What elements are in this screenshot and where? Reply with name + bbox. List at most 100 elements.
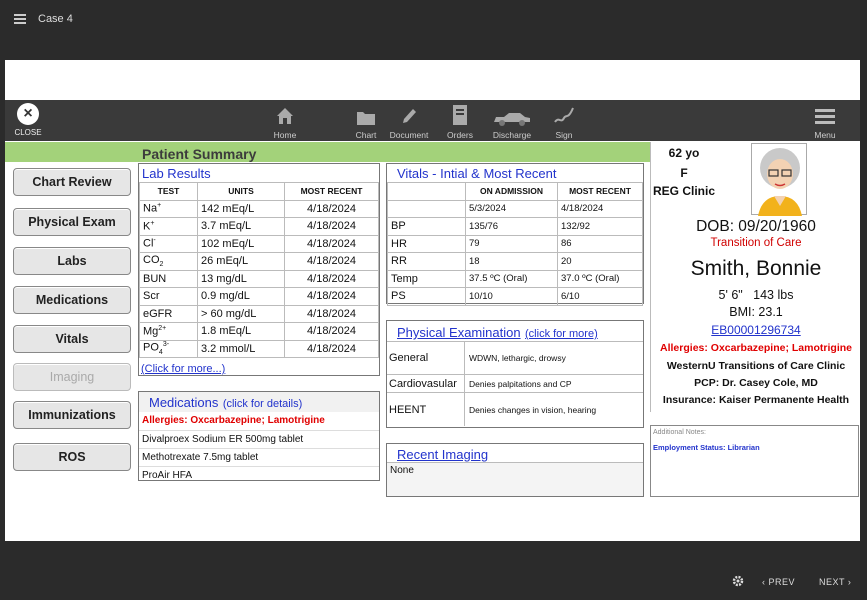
vitals-recent-cell: 86: [557, 234, 643, 253]
lab-test-cell: Mg2+: [139, 322, 198, 341]
pe-row-label: HEENT: [387, 393, 465, 426]
medications-title: Medications: [149, 395, 219, 410]
lab-units-cell: 13 mg/dL: [197, 269, 285, 288]
lab-test-cell: eGFR: [139, 304, 198, 323]
patient-height: 5' 6": [718, 288, 743, 302]
ehr-frame: × CLOSE Home Chart Document Orders Disch…: [5, 60, 860, 541]
menu-icon: [811, 104, 839, 126]
close-button[interactable]: × CLOSE: [13, 103, 43, 137]
lab-row: eGFR > 60 mg/dL 4/18/2024: [139, 304, 379, 323]
medications-details-link[interactable]: (click for details): [223, 398, 302, 410]
toolbar-sign-label: Sign: [555, 130, 573, 140]
lab-units-cell: 1.8 mEq/L: [197, 322, 285, 341]
medications-panel: Medications (click for details) Allergie…: [138, 391, 380, 481]
lab-units-cell: 3.2 mmol/L: [197, 339, 285, 358]
vitals-admission-cell: 37.5 ºC (Oral): [465, 269, 558, 288]
nav-chart-review-button[interactable]: Chart Review: [13, 168, 131, 196]
vitals-row: PS 10/10 6/10: [387, 287, 643, 306]
vitals-row: 5/3/2024 4/18/2024: [387, 199, 643, 218]
toolbar-orders[interactable]: Orders: [445, 104, 475, 140]
nav-vitals-button[interactable]: Vitals: [13, 325, 131, 353]
nav-immunizations-button[interactable]: Immunizations: [13, 401, 131, 429]
lab-recent-cell: 4/18/2024: [284, 339, 379, 358]
hamburger-menu-icon[interactable]: [14, 14, 26, 24]
lab-test-name: Na: [143, 203, 158, 216]
page-title: Patient Summary: [142, 146, 257, 162]
toolbar-menu-label: Menu: [814, 130, 836, 140]
lab-table-header: TEST UNITS MOST RECENT: [139, 182, 379, 201]
vitals-name-cell: [387, 199, 466, 218]
medication-item: Methotrexate 7.5mg tablet: [139, 448, 379, 466]
recent-imaging-panel: Recent Imaging None: [386, 443, 644, 497]
vitals-row: RR 18 20: [387, 252, 643, 271]
toolbar-document[interactable]: Document: [388, 104, 430, 140]
lab-row: CO2 26 mEq/L 4/18/2024: [139, 252, 379, 271]
vitals-recent-cell: 20: [557, 252, 643, 271]
lab-recent-cell: 4/18/2024: [284, 252, 379, 271]
patient-avatar: [751, 143, 807, 216]
prev-button[interactable]: ‹ PREV: [762, 577, 795, 587]
physical-exam-more-link[interactable]: (click for more): [525, 328, 598, 340]
lab-results-table: TEST UNITS MOST RECENT Na+ 142 mEq/L 4/1…: [139, 182, 379, 358]
patient-name: Smith, Bonnie: [690, 257, 822, 280]
vitals-recent-cell: 37.0 ºC (Oral): [557, 269, 643, 288]
vitals-col-name: [387, 182, 466, 201]
lab-more-link[interactable]: (Click for more...): [141, 363, 225, 375]
settings-gear-icon[interactable]: [732, 575, 744, 589]
patient-status: Transition of Care: [710, 237, 802, 249]
physical-exam-panel: Physical Examination (click for more) Ge…: [386, 320, 644, 428]
prev-label: PREV: [768, 577, 796, 587]
patient-facility: WesternU Transitions of Care Clinic: [666, 360, 846, 372]
toolbar-menu[interactable]: Menu: [811, 104, 839, 140]
vitals-recent-cell: 6/10: [557, 287, 643, 306]
lab-test-cell: PO43-: [139, 339, 198, 358]
pe-row-label: Cardiovasular: [387, 375, 465, 392]
lab-units-cell: 3.7 mEq/L: [197, 217, 285, 236]
lab-recent-cell: 4/18/2024: [284, 322, 379, 341]
lab-col-recent: MOST RECENT: [284, 182, 379, 201]
lab-test-mark: 2+: [158, 324, 167, 332]
next-button[interactable]: NEXT ›: [819, 577, 851, 587]
lab-row: Na+ 142 mEq/L 4/18/2024: [139, 199, 379, 218]
nav-medications-button[interactable]: Medications: [13, 286, 131, 314]
nav-imaging-button: Imaging: [13, 363, 131, 391]
lab-row: K+ 3.7 mEq/L 4/18/2024: [139, 217, 379, 236]
lab-table-body: Na+ 142 mEq/L 4/18/2024 K+ 3.7 mEq/L 4/18…: [139, 199, 379, 358]
pe-row-cardiovascular: Cardiovasular Denies palpitations and CP: [387, 374, 643, 392]
lab-results-panel: Lab Results TEST UNITS MOST RECENT Na+ 1…: [138, 163, 380, 376]
vitals-table-body: 5/3/2024 4/18/2024 BP 135/76 132/92 HR 79 …: [387, 199, 643, 306]
patient-allergies: Allergies: Oxcarbazepine; Lamotrigine: [660, 342, 852, 354]
nav-labs-button[interactable]: Labs: [13, 247, 131, 275]
toolbar-document-label: Document: [389, 130, 429, 140]
nav-ros-button[interactable]: ROS: [13, 443, 131, 471]
toolbar-chart[interactable]: Chart: [352, 104, 380, 140]
vitals-col-admission: ON ADMISSION: [465, 182, 558, 201]
vitals-name-cell: PS: [387, 287, 466, 306]
car-icon: [489, 104, 535, 126]
lab-recent-cell: 4/18/2024: [284, 217, 379, 236]
toolbar-home[interactable]: Home: [271, 104, 299, 140]
toolbar-discharge[interactable]: Discharge: [489, 104, 535, 140]
vitals-row: HR 79 86: [387, 234, 643, 253]
vitals-name-cell: RR: [387, 252, 466, 271]
signature-icon: [551, 104, 577, 126]
toolbar-chart-label: Chart: [355, 130, 377, 140]
patient-mrn-link[interactable]: EB00001296734: [651, 323, 861, 337]
lab-row: Cl- 102 mEq/L 4/18/2024: [139, 234, 379, 253]
lab-results-title: Lab Results: [142, 166, 211, 181]
lab-test-name: eGFR: [143, 307, 173, 320]
toolbar-sign[interactable]: Sign: [551, 104, 577, 140]
vitals-row: Temp 37.5 ºC (Oral) 37.0 ºC (Oral): [387, 269, 643, 288]
clipboard-icon: [445, 104, 475, 126]
lab-row: Mg2+ 1.8 mEq/L 4/18/2024: [139, 322, 379, 341]
pe-row-general: General WDWN, lethargic, drowsy: [387, 341, 643, 374]
physical-exam-header[interactable]: Physical Examination (click for more): [387, 321, 643, 341]
medications-header[interactable]: Medications (click for details): [139, 392, 379, 412]
notes-employment: Employment Status: Librarian: [653, 443, 760, 452]
vitals-admission-cell: 18: [465, 252, 558, 271]
ehr-toolbar: × CLOSE Home Chart Document Orders Disch…: [5, 100, 860, 141]
nav-physical-exam-button[interactable]: Physical Exam: [13, 208, 131, 236]
lab-units-cell: 102 mEq/L: [197, 234, 285, 253]
app-topbar: Case 4: [0, 0, 867, 40]
medication-item: Divalproex Sodium ER 500mg tablet: [139, 430, 379, 448]
